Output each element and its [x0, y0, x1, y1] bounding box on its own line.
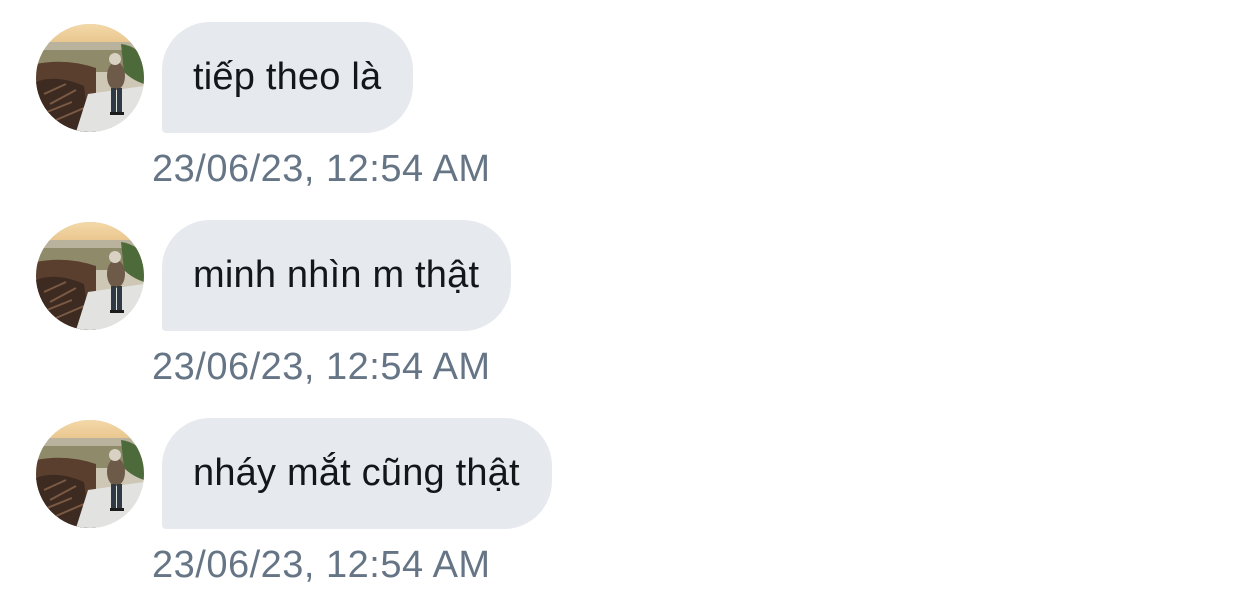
message-bubble[interactable]: minh nhìn m thật — [162, 220, 512, 331]
message-timestamp: 23/06/23, 12:54 AM — [152, 148, 491, 190]
avatar-photo-icon — [36, 24, 144, 132]
message-timestamp: 23/06/23, 12:54 AM — [152, 544, 491, 586]
message-bubble[interactable]: tiếp theo là — [162, 22, 414, 133]
avatar-photo-icon — [36, 420, 144, 528]
user-avatar[interactable] — [36, 222, 144, 330]
message-timestamp: 23/06/23, 12:54 AM — [152, 346, 491, 388]
message-text: nháy mắt cũng thật — [193, 452, 520, 494]
message-item: nháy mắt cũng thật 23/06/23, 12:54 AM — [0, 418, 1242, 598]
avatar-photo-icon — [36, 222, 144, 330]
user-avatar[interactable] — [36, 24, 144, 132]
message-item: tiếp theo là 23/06/23, 12:54 AM — [0, 22, 1242, 202]
message-text: tiếp theo là — [193, 56, 382, 98]
message-bubble[interactable]: nháy mắt cũng thật — [162, 418, 552, 529]
user-avatar[interactable] — [36, 420, 144, 528]
message-text: minh nhìn m thật — [193, 254, 480, 296]
message-item: minh nhìn m thật 23/06/23, 12:54 AM — [0, 220, 1242, 400]
